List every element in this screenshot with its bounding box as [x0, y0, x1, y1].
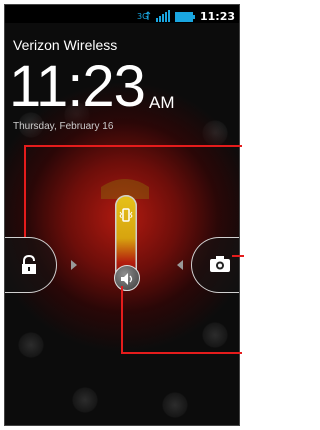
lockscreen-clock: 11:23 [9, 54, 146, 119]
clock-ampm: AM [149, 93, 175, 112]
camera-tab[interactable] [191, 237, 239, 293]
lockscreen-date: Thursday, February 16 [13, 121, 114, 132]
unlock-tab[interactable] [5, 237, 57, 293]
callout-sound [121, 286, 242, 354]
battery-icon [174, 7, 195, 26]
unlock-arrow-icon [71, 260, 77, 270]
callout-camera [232, 255, 244, 257]
camera-icon [210, 256, 230, 276]
3g-data-icon: 3G [137, 7, 151, 26]
camera-arrow-icon [177, 260, 183, 270]
carrier-name: Verizon Wireless [13, 37, 118, 53]
padlock-icon [21, 254, 37, 279]
status-bar: 3G 11:23 [5, 5, 239, 23]
callout-unlock [24, 145, 242, 237]
signal-strength-icon [155, 7, 170, 26]
status-bar-time: 11:23 [199, 10, 235, 23]
